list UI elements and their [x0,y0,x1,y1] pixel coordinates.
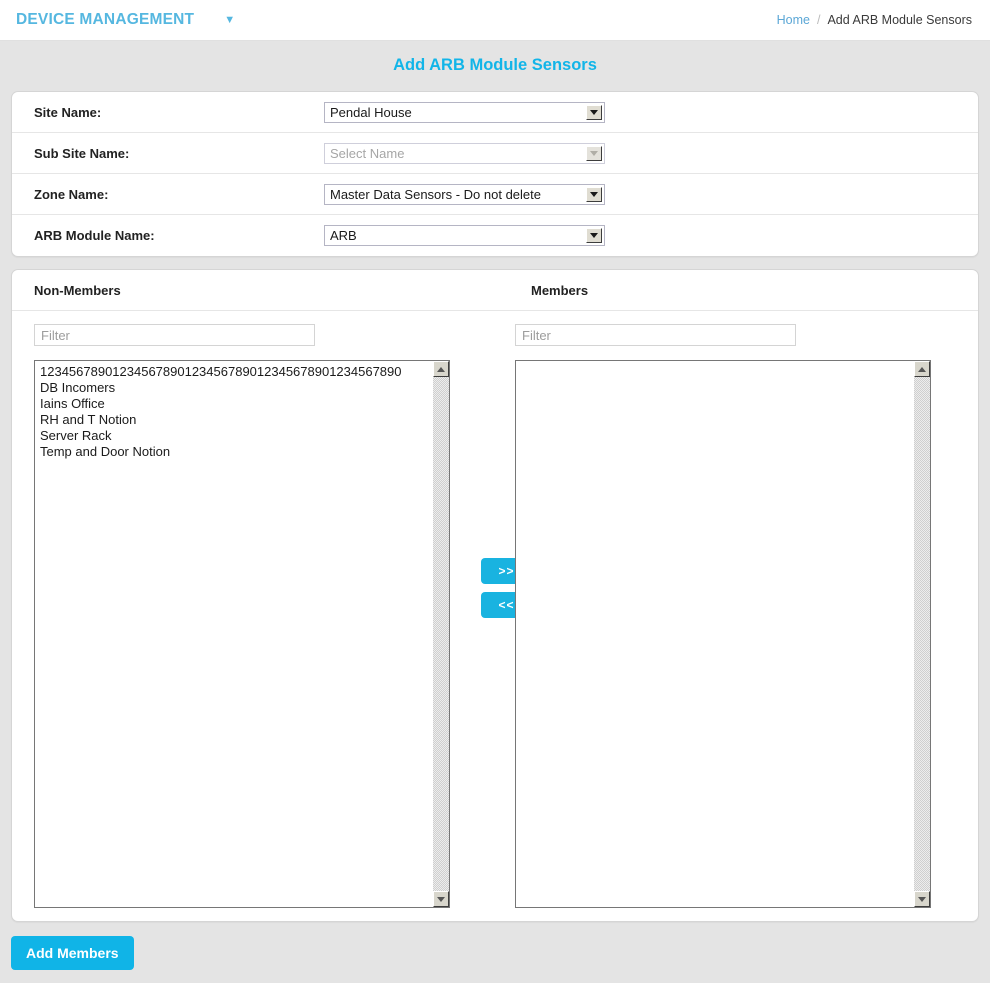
scroll-down-arrow-icon[interactable] [914,891,930,907]
members-title: Members [531,282,589,298]
breadcrumb-current: Add ARB Module Sensors [827,13,972,27]
label-zone-name: Zone Name: [34,186,109,202]
brand-area: DEVICE MANAGEMENT ▼ [16,11,235,29]
dropdown-arrow-icon[interactable] [586,228,602,243]
members-scrollbar[interactable] [913,361,930,907]
label-sub-site-name: Sub Site Name: [34,145,130,161]
scroll-up-arrow-icon[interactable] [914,361,930,377]
site-selection-panel: Site Name: Pendal House Sub Site Name: S… [11,91,979,257]
members-list[interactable] [516,361,930,364]
arb-module-name-select[interactable]: ARB [324,225,605,246]
list-item[interactable]: RH and T Notion [35,412,449,428]
add-members-button[interactable]: Add Members [11,936,134,970]
zone-name-select[interactable]: Master Data Sensors - Do not delete [324,183,605,205]
breadcrumb: Home / Add ARB Module Sensors [777,13,972,27]
non-members-filter-input[interactable] [34,324,315,346]
dropdown-arrow-icon[interactable] [586,104,602,120]
page-title: Add ARB Module Sensors [393,56,597,74]
app-title: DEVICE MANAGEMENT [16,11,195,28]
membership-transfer-panel: Non-Members Members 12345678901234567890… [11,269,979,922]
dropdown-arrow-icon[interactable] [586,186,602,202]
list-item[interactable]: DB Incomers [35,380,449,396]
site-name-select[interactable]: Pendal House [324,101,605,123]
form-row-zone-name: Zone Name: Master Data Sensors - Do not … [12,174,978,215]
non-members-listbox[interactable]: 1234567890123456789012345678901234567890… [34,360,450,908]
non-members-scrollbar[interactable] [432,361,449,907]
dual-list-header: Non-Members Members [12,270,978,311]
label-arb-module-name: ARB Module Name: [34,228,155,243]
site-name-select-value: Pendal House [330,104,412,120]
list-item[interactable]: Server Rack [35,428,449,444]
top-navigation-bar: DEVICE MANAGEMENT ▼ Home / Add ARB Modul… [0,0,990,41]
form-row-sub-site-name: Sub Site Name: Select Name [12,133,978,174]
dropdown-arrow-icon[interactable] [586,145,602,161]
sub-site-name-select-value: Select Name [330,145,405,161]
zone-name-select-value: Master Data Sensors - Do not delete [330,186,541,202]
breadcrumb-home-link[interactable]: Home [777,13,810,27]
list-item[interactable]: Temp and Door Notion [35,444,449,460]
form-row-arb-module-name: ARB Module Name: ARB [12,215,978,256]
form-row-site-name: Site Name: Pendal House [12,92,978,133]
scroll-down-arrow-icon[interactable] [433,891,449,907]
list-item[interactable]: Iains Office [35,396,449,412]
scroll-up-arrow-icon[interactable] [433,361,449,377]
members-listbox[interactable] [515,360,931,908]
non-members-column: 1234567890123456789012345678901234567890… [34,324,450,908]
footer-actions: Add Members [0,922,990,970]
sub-site-name-select[interactable]: Select Name [324,142,605,164]
members-column [515,324,931,908]
label-site-name: Site Name: [34,104,102,120]
non-members-list[interactable]: 1234567890123456789012345678901234567890… [35,361,449,460]
non-members-title: Non-Members [34,282,121,298]
dual-list-body: 1234567890123456789012345678901234567890… [12,311,978,921]
breadcrumb-separator: / [816,13,821,27]
members-filter-input[interactable] [515,324,796,346]
list-item[interactable]: 1234567890123456789012345678901234567890… [35,364,449,380]
arb-module-name-select-value: ARB [330,228,357,243]
chevron-down-icon[interactable]: ▼ [224,14,235,26]
